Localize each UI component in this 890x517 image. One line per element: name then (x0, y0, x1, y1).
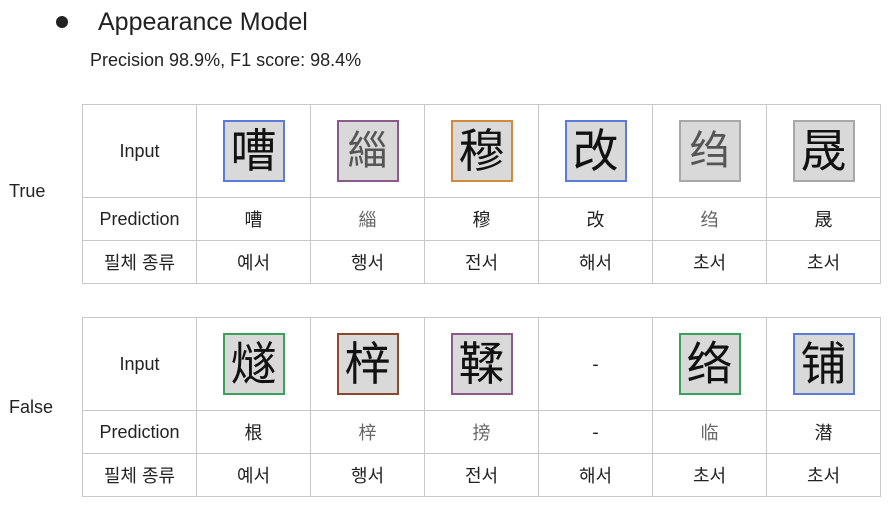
prediction-cell: 嘈 (196, 197, 311, 241)
input-glyph-image: 燧 (222, 333, 285, 395)
prediction-cell: 穆 (424, 197, 539, 241)
prediction-cell: 临 (652, 410, 767, 454)
row-label-prediction: Prediction (82, 197, 197, 241)
row-label-type: 필체 종류 (82, 240, 197, 284)
row-label-prediction: Prediction (82, 410, 197, 454)
prediction-cell: 改 (538, 197, 653, 241)
prediction-row: Prediction 根 梓 搒 - 临 潜 (82, 410, 881, 454)
type-cell: 예서 (196, 453, 311, 497)
prediction-cell: 绉 (652, 197, 767, 241)
type-cell: 전서 (424, 453, 539, 497)
heading-title: Appearance Model (98, 7, 308, 36)
type-cell: 초서 (766, 453, 881, 497)
type-cell: 해서 (538, 240, 653, 284)
type-cell: 전서 (424, 240, 539, 284)
type-row: 필체 종류 예서 행서 전서 해서 초서 초서 (82, 453, 881, 497)
type-cell: 예서 (196, 240, 311, 284)
type-cell: 초서 (652, 240, 767, 284)
prediction-row: Prediction 嘈 緇 穆 改 绉 晟 (82, 197, 881, 241)
prediction-cell: 潜 (766, 410, 881, 454)
input-glyph-image: 穆 (450, 120, 513, 182)
input-row: Input 燧 梓 鞣 - 络 铺 (82, 317, 881, 411)
type-cell: 초서 (766, 240, 881, 284)
results-table-false: Input 燧 梓 鞣 - 络 铺 Prediction 根 梓 搒 - 临 潜… (82, 317, 881, 497)
input-glyph-image: 梓 (336, 333, 399, 395)
type-cell: 초서 (652, 453, 767, 497)
input-glyph-image: 鞣 (450, 333, 513, 395)
type-row: 필체 종류 예서 행서 전서 해서 초서 초서 (82, 240, 881, 284)
input-glyph-image: 绉 (678, 120, 741, 182)
metrics-line: Precision 98.9%, F1 score: 98.4% (90, 50, 362, 70)
type-cell: 행서 (310, 240, 425, 284)
input-empty-cell: - (538, 317, 653, 411)
results-table-true: Input 嘈 緇 穆 改 绉 晟 Prediction 嘈 緇 穆 改 绉 晟… (82, 104, 881, 284)
prediction-cell: 晟 (766, 197, 881, 241)
group-label-false: False (9, 397, 54, 417)
input-glyph-image: 嘈 (222, 120, 285, 182)
input-glyph-image: 络 (678, 333, 741, 395)
type-cell: 행서 (310, 453, 425, 497)
input-glyph-image: 緇 (336, 120, 399, 182)
group-label-true: True (9, 181, 46, 201)
row-label-input: Input (82, 317, 197, 411)
prediction-cell: 緇 (310, 197, 425, 241)
input-row: Input 嘈 緇 穆 改 绉 晟 (82, 104, 881, 198)
input-glyph-image: 铺 (792, 333, 855, 395)
type-cell: 해서 (538, 453, 653, 497)
section-heading: Appearance Model (56, 4, 308, 40)
prediction-cell: 搒 (424, 410, 539, 454)
prediction-cell: 根 (196, 410, 311, 454)
input-glyph-image: 晟 (792, 120, 855, 182)
input-glyph-image: 改 (564, 120, 627, 182)
row-label-type: 필체 종류 (82, 453, 197, 497)
bullet-dot-icon (56, 16, 68, 28)
prediction-cell: - (538, 410, 653, 454)
row-label-input: Input (82, 104, 197, 198)
prediction-cell: 梓 (310, 410, 425, 454)
